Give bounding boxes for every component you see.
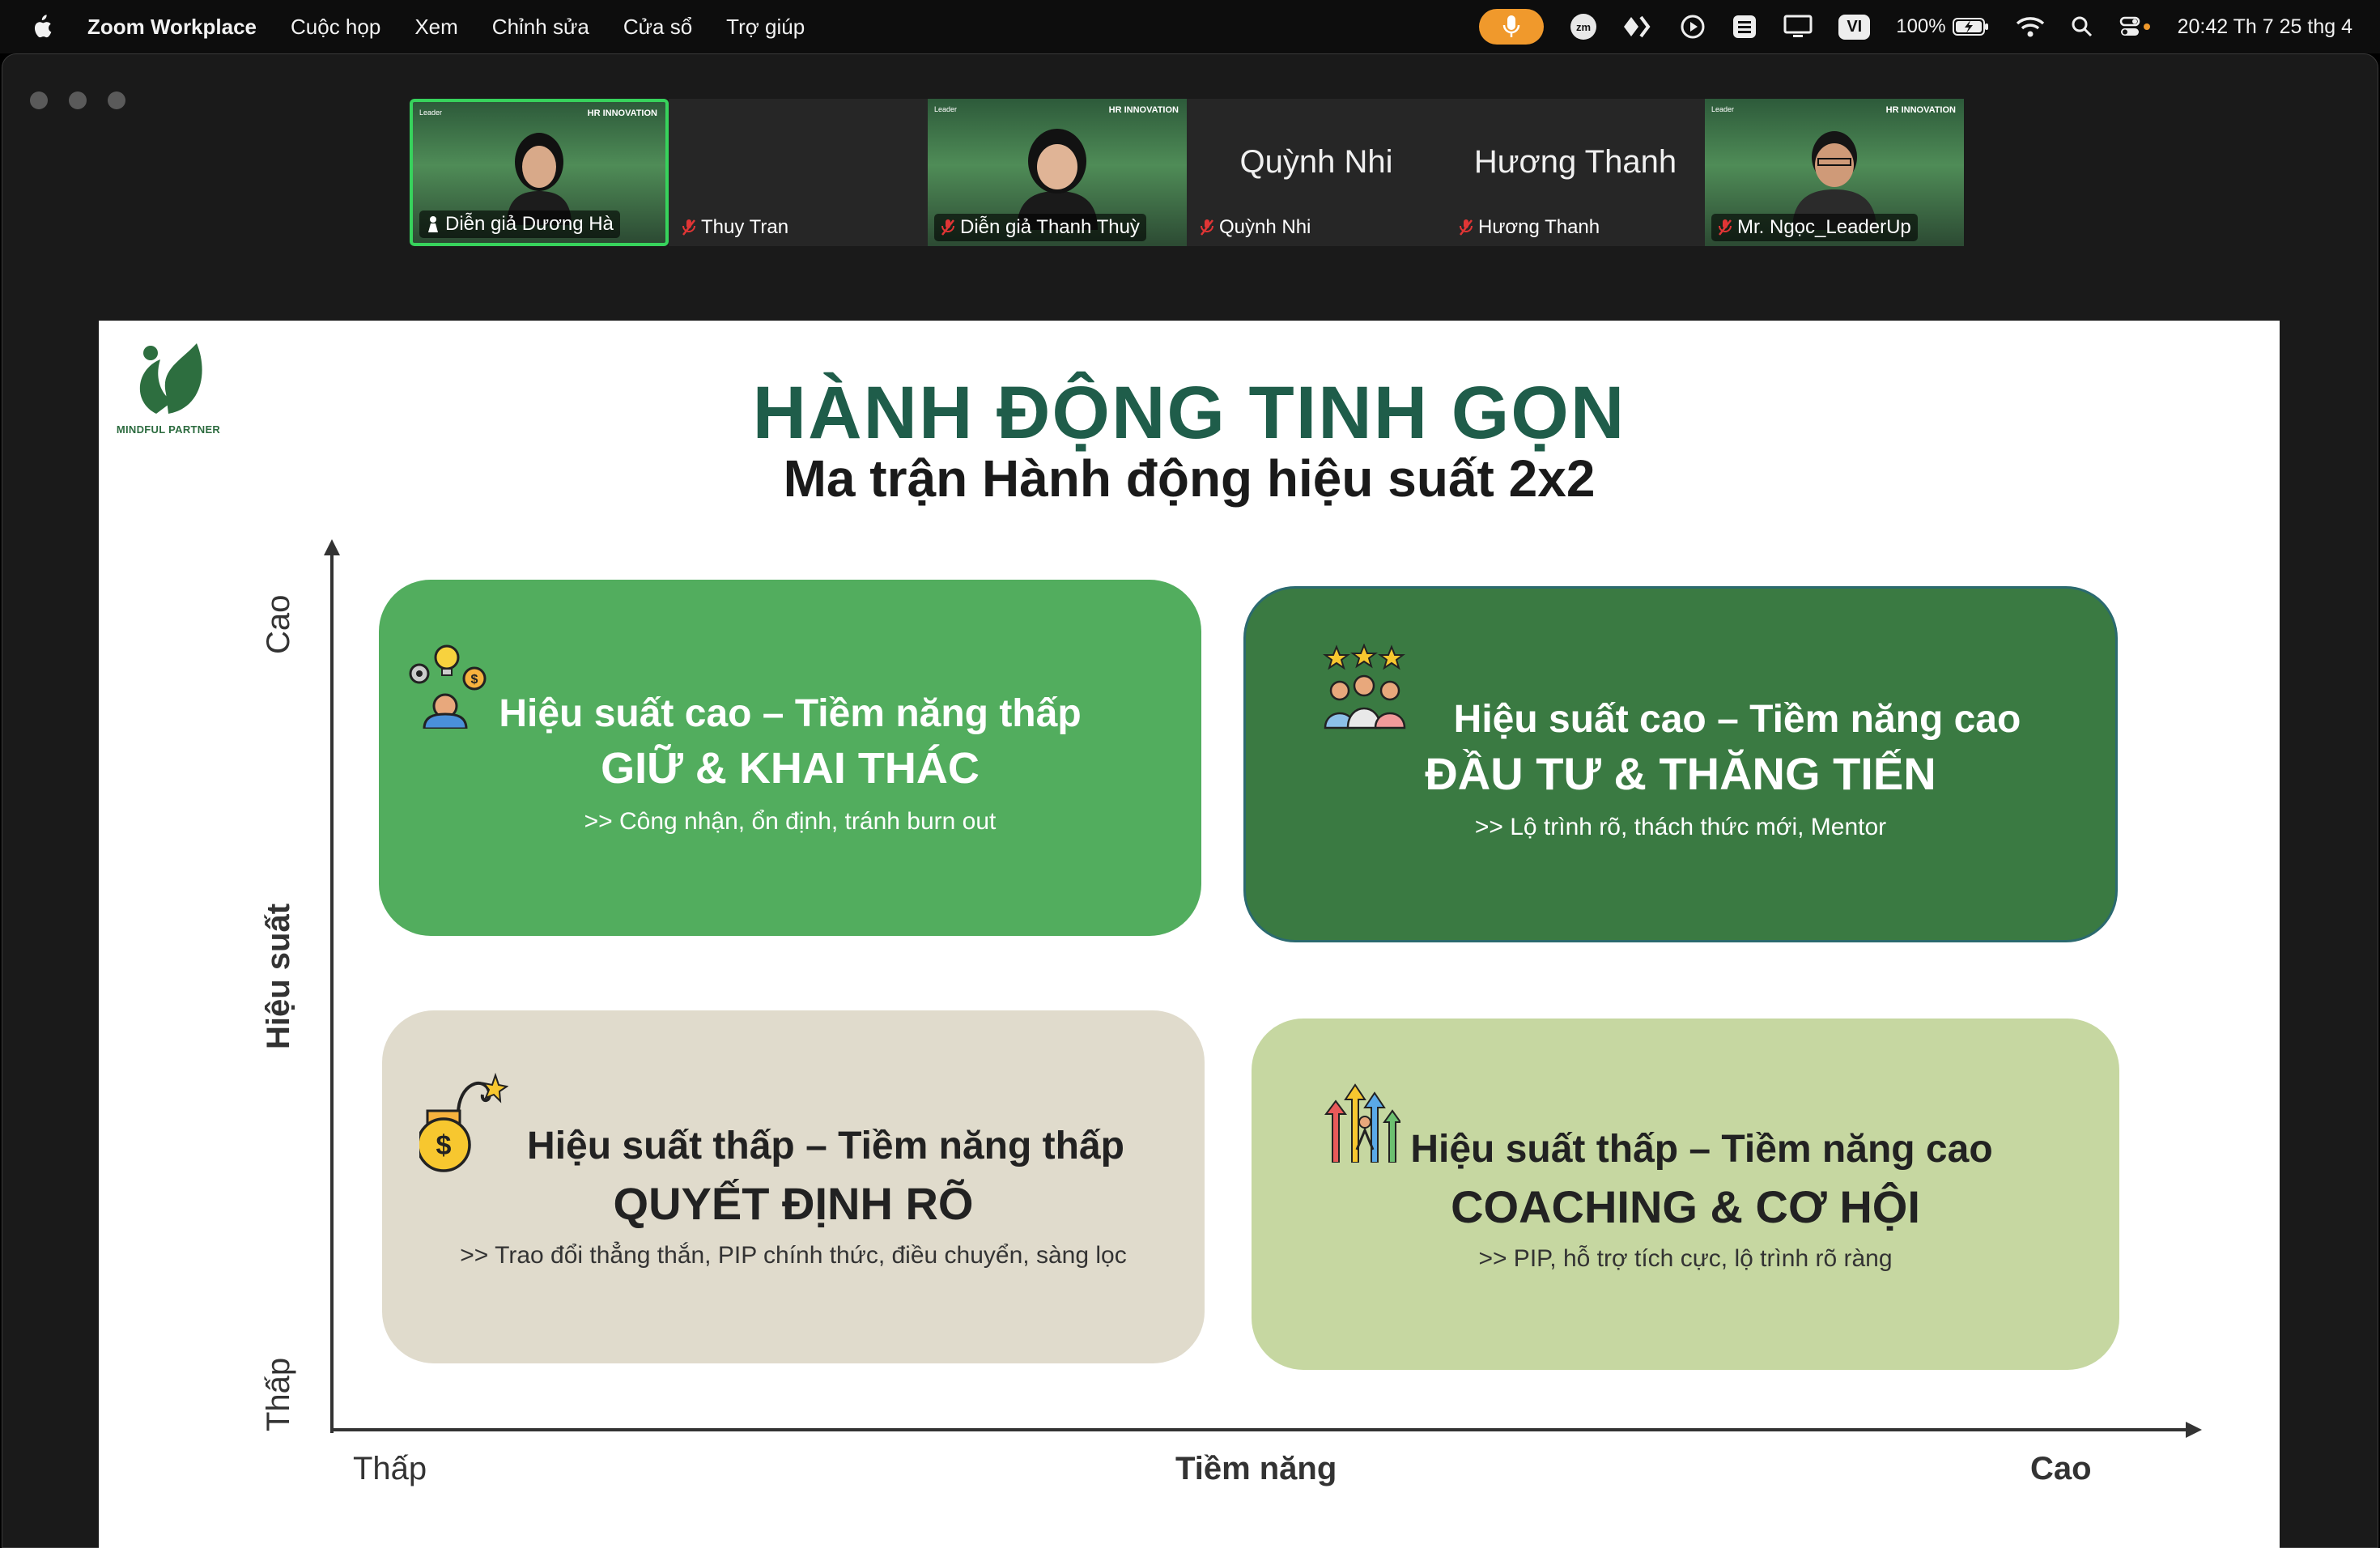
- microphone-muted-icon: [682, 219, 695, 236]
- participant-video-icon: [1792, 131, 1876, 230]
- quadrant-action-tag: ĐẦU TƯ & THĂNG TIẾN: [1425, 748, 1936, 799]
- quadrant-action-tag: COACHING & CƠ HỘI: [1451, 1181, 1920, 1232]
- participant-label: Mr. Ngọc_LeaderUp: [1711, 214, 1918, 241]
- quadrant-action-tag: QUYẾT ĐỊNH RÕ: [613, 1178, 974, 1229]
- microphone-muted-icon: [941, 219, 954, 236]
- control-center-icon[interactable]: [2119, 11, 2152, 43]
- microphone-muted-icon: [1460, 219, 1473, 236]
- menu-bar: Zoom Workplace Cuộc họp Xem Chỉnh sửa Cử…: [0, 0, 2380, 53]
- microphone-in-use-icon[interactable]: [1479, 9, 1545, 45]
- participant-tile-thuy-tran[interactable]: Thuy Tran: [669, 99, 928, 246]
- participant-label: Diễn giả Dương Hà: [419, 211, 620, 238]
- hr-innovation-tag: HR INNOVATION: [1885, 105, 1956, 115]
- quadrant-heading: Hiệu suất thấp – Tiềm năng thấp: [527, 1125, 1124, 1167]
- spotlight-pin-icon: [428, 216, 438, 232]
- participant-name: Hương Thanh: [1478, 216, 1600, 238]
- leader-tag: Leader: [419, 108, 443, 117]
- participant-name: Diễn giả Thanh Thuỳ: [960, 216, 1140, 238]
- microphone-muted-icon: [1201, 219, 1213, 236]
- leader-tag: Leader: [1711, 105, 1735, 113]
- y-axis-low-label: Thấp: [261, 1357, 296, 1431]
- quadrant-description: >> Trao đổi thẳng thắn, PIP chính thức, …: [460, 1242, 1127, 1269]
- zoom-status-icon[interactable]: zm: [1570, 11, 1597, 43]
- hr-innovation-tag: HR INNOVATION: [1108, 105, 1179, 115]
- app-name-menu[interactable]: Zoom Workplace: [87, 15, 257, 40]
- zoom-window-button[interactable]: [108, 91, 125, 109]
- menu-edit[interactable]: Chỉnh sửa: [492, 15, 589, 40]
- quadrant-high-perf-high-potential: Hiệu suất cao – Tiềm năng cao ĐẦU TƯ & T…: [1243, 586, 2118, 942]
- slide-subtitle: Ma trận Hành động hiệu suất 2x2: [783, 449, 1596, 508]
- window-controls: [30, 91, 125, 109]
- quadrant-low-perf-low-potential: $ Hiệu suất thấp – Tiềm năng thấp QUYẾT …: [382, 1010, 1205, 1363]
- leader-tag: Leader: [934, 105, 958, 113]
- participant-label: Diễn giả Thanh Thuỳ: [934, 214, 1146, 241]
- play-circle-icon[interactable]: [1680, 11, 1706, 43]
- quadrant-low-perf-high-potential: Hiệu suất thấp – Tiềm năng cao COACHING …: [1252, 1019, 2119, 1370]
- menu-window[interactable]: Cửa sổ: [623, 15, 692, 40]
- quadrant-action-tag: GIỮ & KHAI THÁC: [601, 744, 980, 793]
- battery-percent: 100%: [1896, 15, 1946, 37]
- quadrant-description: >> PIP, hỗ trợ tích cực, lộ trình rõ ràn…: [1478, 1245, 1893, 1272]
- wifi-icon[interactable]: [2016, 11, 2045, 43]
- battery-charging-icon: [1952, 18, 1988, 36]
- participant-label: Quỳnh Nhi: [1193, 214, 1317, 241]
- participant-tile-thanh-thuy[interactable]: Leader HR INNOVATION Diễn giả Thanh Thuỳ: [928, 99, 1187, 246]
- participant-big-name: Hương Thanh: [1473, 144, 1677, 180]
- quadrant-heading: Hiệu suất cao – Tiềm năng cao: [1453, 698, 2021, 741]
- spotlight-search-icon[interactable]: [2071, 11, 2093, 43]
- y-axis-high-label: Cao: [261, 594, 296, 654]
- hr-innovation-tag: HR INNOVATION: [587, 108, 657, 118]
- quadrant-description: >> Công nhận, ổn định, tránh burn out: [584, 808, 997, 835]
- participant-name: Thuy Tran: [701, 216, 789, 238]
- menu-meeting[interactable]: Cuộc họp: [291, 15, 380, 40]
- participant-name: Mr. Ngọc_LeaderUp: [1737, 216, 1911, 238]
- participant-tile-duong-ha[interactable]: Leader HR INNOVATION Diễn giả Dương Hà: [410, 99, 669, 246]
- quadrant-heading: Hiệu suất cao – Tiềm năng thấp: [499, 692, 1082, 735]
- participant-gallery-strip: Leader HR INNOVATION Diễn giả Dương Hà T…: [410, 99, 1968, 246]
- display-icon[interactable]: [1783, 11, 1813, 43]
- minimize-window-button[interactable]: [69, 91, 87, 109]
- menu-bar-clock[interactable]: 20:42 Th 7 25 thg 4: [2178, 15, 2352, 39]
- battery-status[interactable]: 100%: [1896, 15, 1989, 38]
- y-axis-line: [330, 551, 334, 1433]
- svg-text:$: $: [471, 673, 478, 687]
- participant-tile-huong-thanh[interactable]: Hương Thanh Hương Thanh: [1446, 99, 1705, 246]
- participant-tile-quynh-nhi[interactable]: Quỳnh Nhi Quỳnh Nhi: [1187, 99, 1446, 246]
- list-menu-icon[interactable]: [1732, 11, 1757, 43]
- participant-name: Diễn giả Dương Hà: [445, 213, 614, 235]
- close-window-button[interactable]: [30, 91, 48, 109]
- microphone-muted-icon: [1719, 219, 1732, 236]
- svg-text:zm: zm: [1576, 21, 1591, 33]
- y-axis-title: Hiệu suất: [261, 903, 296, 1049]
- quadrant-heading: Hiệu suất thấp – Tiềm năng cao: [1410, 1128, 1993, 1171]
- x-axis-line: [330, 1428, 2189, 1431]
- slide-title: HÀNH ĐỘNG TINH GỌN: [752, 372, 1626, 454]
- x-axis-arrowhead: [2186, 1422, 2202, 1438]
- participant-video-icon: [507, 133, 572, 225]
- participant-label: Hương Thanh: [1452, 214, 1606, 241]
- participant-name: Quỳnh Nhi: [1219, 216, 1311, 238]
- quadrant-description: >> Lộ trình rõ, thách thức mới, Mentor: [1474, 814, 1887, 840]
- bluetooth-diamond-icon[interactable]: [1623, 11, 1654, 43]
- menu-view[interactable]: Xem: [414, 15, 457, 40]
- participant-label: Thuy Tran: [675, 214, 795, 241]
- participant-tile-ngoc-leaderup[interactable]: Leader HR INNOVATION Mr. Ngọc_LeaderUp: [1705, 99, 1964, 246]
- input-source-badge[interactable]: VI: [1838, 14, 1871, 40]
- participant-video-icon: [1017, 129, 1098, 230]
- shared-slide: MINDFUL PARTNER HÀNH ĐỘNG TINH GỌN Ma tr…: [99, 321, 2280, 1548]
- participant-big-name: Quỳnh Nhi: [1239, 144, 1393, 180]
- x-axis-high-label: Cao: [2030, 1451, 2092, 1486]
- x-axis-low-label: Thấp: [353, 1451, 427, 1486]
- menu-help[interactable]: Trợ giúp: [726, 15, 805, 40]
- apple-menu-icon[interactable]: [29, 13, 53, 40]
- x-axis-title: Tiềm năng: [1175, 1451, 1337, 1486]
- quadrant-high-perf-low-potential: $ Hiệu suất cao – Tiềm năng thấp GIỮ & K…: [379, 580, 1201, 936]
